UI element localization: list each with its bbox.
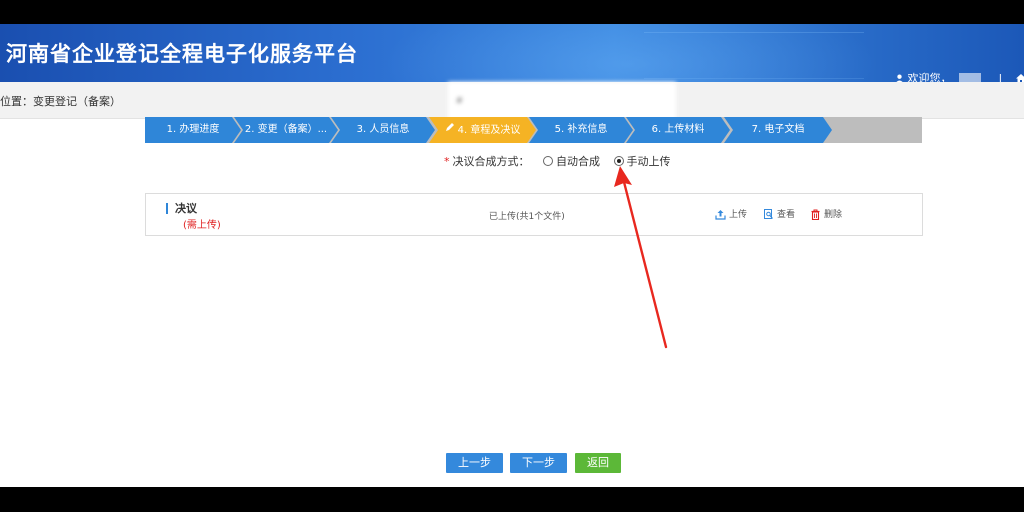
step-2[interactable]: 2. 变更（备案）... xyxy=(234,117,338,143)
view-button[interactable]: 查看 xyxy=(763,207,795,220)
home-icon[interactable] xyxy=(1015,73,1024,82)
radio-auto-compose[interactable] xyxy=(543,156,553,166)
redacted-company-info: # xyxy=(448,82,676,122)
step-4-active[interactable]: 4. 章程及决议 xyxy=(429,117,536,143)
decision-method-label: 决议合成方式： xyxy=(452,155,530,168)
step-1[interactable]: 1. 办理进度 xyxy=(145,117,241,143)
username-redacted xyxy=(959,73,981,82)
required-note: (需上传) xyxy=(183,220,221,231)
back-button[interactable]: 返回 xyxy=(575,453,621,473)
step-progress-bar: 1. 办理进度 2. 变更（备案）... 3. 人员信息 4. 章程及决议 5.… xyxy=(145,117,922,143)
screen-bottom-border xyxy=(0,487,1024,512)
step-7[interactable]: 7. 电子文档 xyxy=(724,117,832,143)
pencil-icon xyxy=(445,117,455,143)
radio-auto-compose-label[interactable]: 自动合成 xyxy=(556,155,600,168)
document-title: 决议 xyxy=(175,202,197,215)
resolution-document-row: 决议 (需上传) 已上传(共1个文件) 上传 查看 删除 xyxy=(145,193,923,236)
screen-top-border xyxy=(0,0,1024,24)
step-6[interactable]: 6. 上传材料 xyxy=(626,117,730,143)
next-step-button[interactable]: 下一步 xyxy=(510,453,567,473)
trash-icon xyxy=(811,209,820,221)
upload-status: 已上传(共1个文件) xyxy=(489,212,565,222)
view-document-icon xyxy=(764,209,773,219)
user-box: 欢迎您， | 首 xyxy=(895,70,1024,82)
user-icon xyxy=(895,73,904,82)
delete-label: 删除 xyxy=(824,210,843,220)
view-label: 查看 xyxy=(777,210,796,220)
upload-icon xyxy=(715,210,726,220)
step-5[interactable]: 5. 补充信息 xyxy=(529,117,633,143)
upload-button[interactable]: 上传 xyxy=(715,207,747,220)
decision-method-row: * 决议合成方式： 自动合成 手动上传 xyxy=(444,153,671,169)
required-mark: * xyxy=(444,155,450,168)
main-content: 位置：变更登记（备案） # 1. 办理进度 2. 变更（备案）... 3. 人员… xyxy=(0,82,1024,487)
radio-manual-upload-label[interactable]: 手动上传 xyxy=(627,155,671,168)
delete-button[interactable]: 删除 xyxy=(810,207,843,221)
header-separator: | xyxy=(998,72,1003,82)
prev-step-button[interactable]: 上一步 xyxy=(446,453,503,473)
header-decoration xyxy=(644,32,864,79)
upload-label: 上传 xyxy=(729,210,748,220)
radio-manual-upload[interactable] xyxy=(613,156,624,166)
breadcrumb: 位置：变更登记（备案） xyxy=(0,95,121,108)
title-accent-bar xyxy=(166,203,168,214)
step-3[interactable]: 3. 人员信息 xyxy=(331,117,435,143)
platform-title: 河南省企业登记全程电子化服务平台 xyxy=(6,42,358,66)
app-header: 河南省企业登记全程电子化服务平台 欢迎您， | 首 xyxy=(0,24,1024,82)
welcome-text: 欢迎您， xyxy=(907,72,952,82)
